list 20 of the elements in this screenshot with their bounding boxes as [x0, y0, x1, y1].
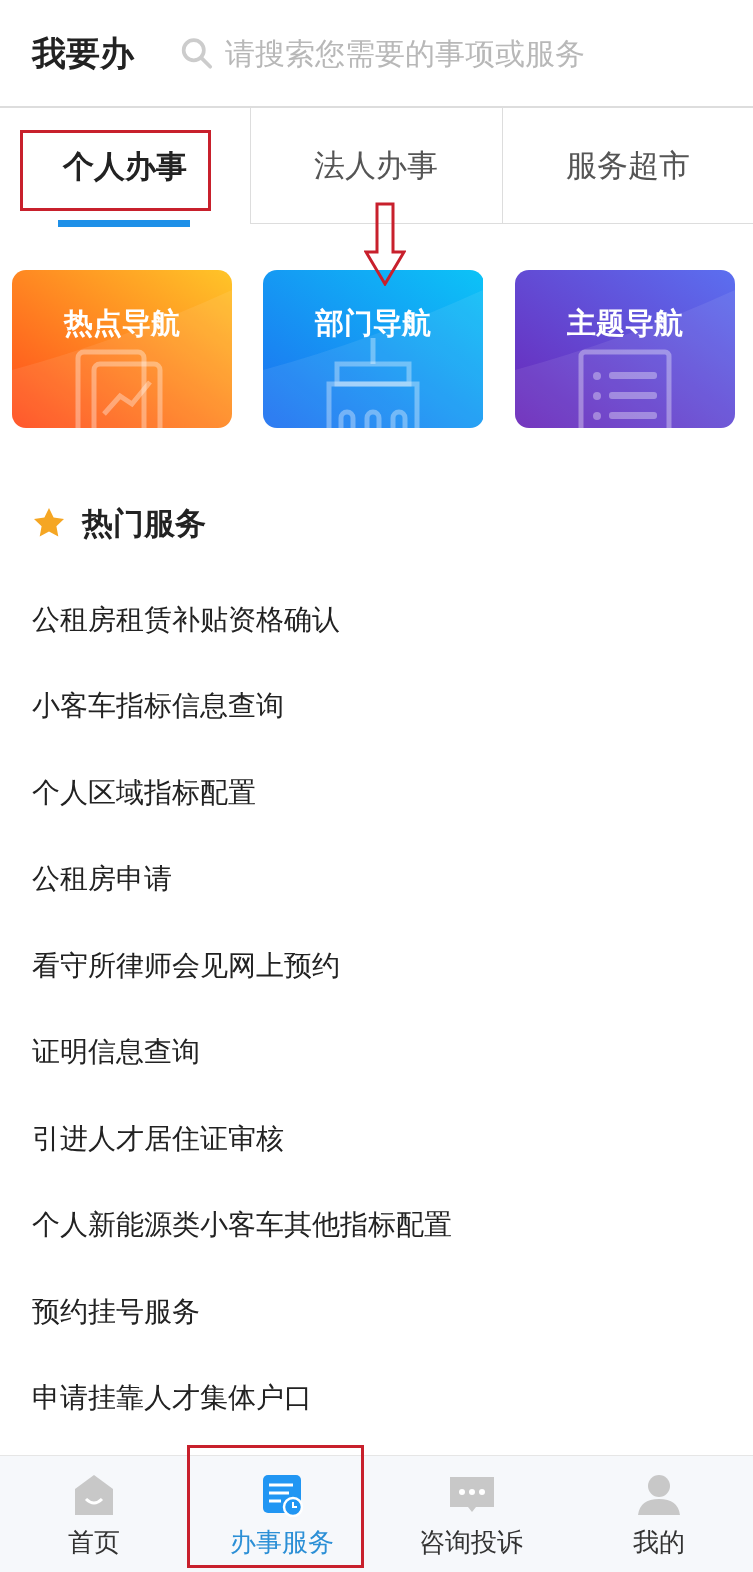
- page-title: 我要办: [32, 31, 134, 75]
- service-link[interactable]: 公租房申请: [32, 858, 172, 901]
- nav-tab[interactable]: 我的: [564, 1456, 753, 1572]
- service-link[interactable]: 证明信息查询: [32, 1031, 200, 1074]
- search-icon: [180, 35, 213, 71]
- service-link[interactable]: 公租房租赁补贴资格确认: [32, 598, 340, 641]
- service-link[interactable]: 看守所律师会见网上预约: [32, 944, 340, 987]
- section-title: 热门服务: [82, 504, 206, 543]
- service-link[interactable]: 个人新能源类小客车其他指标配置: [32, 1204, 452, 1247]
- search-field[interactable]: 请搜索您需要的事项或服务: [225, 30, 721, 76]
- tab[interactable]: 服务超市: [501, 108, 753, 224]
- tab[interactable]: 法人办事: [250, 108, 502, 224]
- service-link[interactable]: 小客车指标信息查询: [32, 685, 284, 728]
- nav-card[interactable]: 主题导航: [514, 270, 735, 428]
- nav-tab[interactable]: 咨询投诉: [376, 1456, 565, 1572]
- service-link[interactable]: 引进人才居住证审核: [32, 1117, 284, 1160]
- service-link[interactable]: 个人区域指标配置: [32, 771, 256, 814]
- service-link[interactable]: 申请挂靠人才集体户口: [32, 1377, 312, 1420]
- service-link[interactable]: 预约挂号服务: [32, 1290, 200, 1333]
- nav-tab[interactable]: 首页: [0, 1456, 189, 1572]
